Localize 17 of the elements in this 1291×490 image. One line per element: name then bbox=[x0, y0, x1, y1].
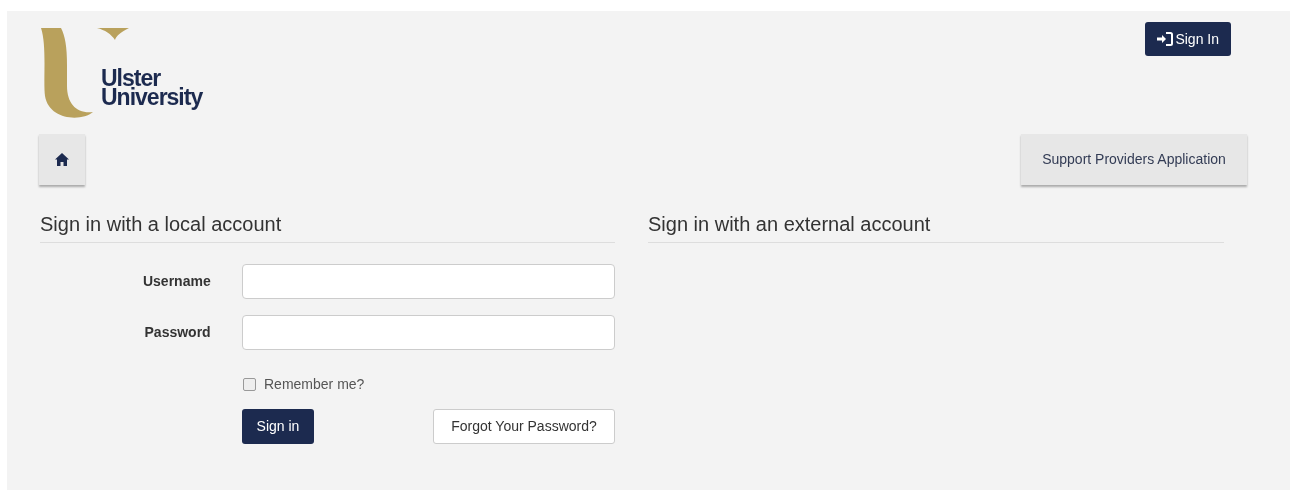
field-label: Password bbox=[143, 323, 211, 342]
password-field[interactable] bbox=[241, 315, 615, 350]
sign-in-submit-button[interactable]: Sign in bbox=[242, 409, 314, 444]
remember-checkbox[interactable] bbox=[243, 378, 256, 391]
sign-in-icon bbox=[1157, 32, 1174, 46]
home-icon bbox=[55, 153, 69, 166]
section-heading: Sign in with a local account bbox=[40, 212, 283, 237]
forgot-password-button[interactable]: Forgot Your Password? bbox=[433, 409, 615, 444]
support-providers-button[interactable]: Support Providers Application bbox=[1021, 134, 1247, 185]
logo-text: Ulster bbox=[101, 69, 161, 88]
section-heading: Sign in with an external account bbox=[648, 212, 932, 237]
remember-label: Remember me? bbox=[264, 375, 365, 394]
username-field[interactable] bbox=[241, 264, 615, 299]
university-logo[interactable]: Ulster University bbox=[41, 26, 216, 120]
sign-in-button[interactable]: Sign In bbox=[1145, 22, 1231, 56]
home-button[interactable] bbox=[39, 134, 85, 185]
field-label: Username bbox=[141, 272, 211, 291]
